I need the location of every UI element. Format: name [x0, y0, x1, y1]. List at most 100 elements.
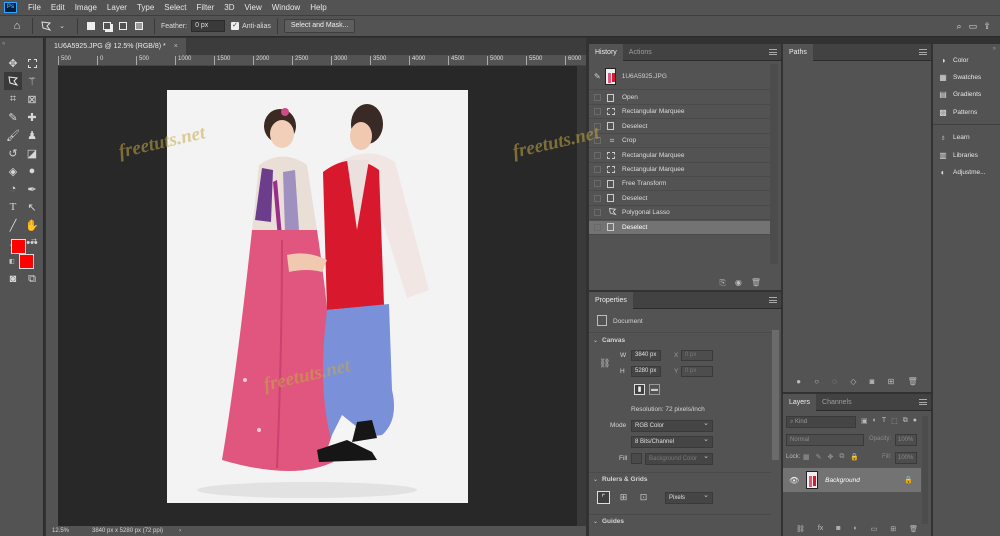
history-source-checkbox[interactable]: [594, 209, 601, 217]
lock-artboard-icon[interactable]: ⧉: [839, 453, 844, 461]
blur-tool-icon[interactable]: ●: [23, 162, 41, 180]
menu-edit[interactable]: Edit: [46, 0, 70, 15]
x-input[interactable]: 0 px: [681, 350, 713, 361]
tab-channels[interactable]: Channels: [816, 394, 858, 411]
healing-brush-icon[interactable]: ✚: [23, 108, 41, 126]
lasso-tool-preset-icon[interactable]: [39, 19, 53, 33]
canvas-width-input[interactable]: 3840 px: [631, 350, 661, 361]
frame-tool-icon[interactable]: ⊠: [23, 90, 41, 108]
canvas-height-input[interactable]: 5280 px: [631, 366, 661, 377]
menu-layer[interactable]: Layer: [102, 0, 132, 15]
history-state-row[interactable]: Deselect: [589, 220, 770, 235]
share-icon[interactable]: ⇪: [980, 21, 994, 32]
chevron-down-icon[interactable]: ⌄: [593, 337, 598, 344]
zoom-level[interactable]: 12.5%: [52, 528, 82, 534]
panel-color[interactable]: ◑ Color: [938, 53, 969, 67]
eraser-icon[interactable]: ◪: [23, 144, 41, 162]
chevron-down-icon[interactable]: ⌄: [593, 476, 598, 483]
lock-pixels-icon[interactable]: ✎: [816, 453, 822, 461]
background-color-swatch[interactable]: [19, 254, 34, 269]
default-colors-icon[interactable]: ◧: [9, 258, 15, 265]
rulers-grids-section-title[interactable]: Rulers & Grids: [602, 476, 648, 483]
history-scrollbar[interactable]: [770, 64, 778, 264]
panel-patterns[interactable]: ▩ Patterns: [938, 105, 977, 119]
lasso-tool-icon[interactable]: [4, 72, 22, 90]
add-mask-icon[interactable]: ◙: [870, 377, 875, 386]
photoshop-logo-icon[interactable]: Ps: [4, 2, 17, 13]
collapse-dock-icon[interactable]: »: [993, 46, 996, 52]
marquee-tool-icon[interactable]: [23, 54, 41, 72]
ruler-toggle-icon[interactable]: ⌜: [597, 491, 610, 504]
hand-tool-icon[interactable]: ✋: [23, 216, 41, 234]
panel-gradients[interactable]: ▤ Gradients: [938, 87, 981, 101]
tab-properties[interactable]: Properties: [589, 291, 633, 309]
portrait-orientation-icon[interactable]: ▮: [634, 384, 645, 395]
fill-color-swatch[interactable]: [631, 453, 642, 464]
swap-colors-icon[interactable]: ⇄: [31, 237, 37, 245]
opacity-input[interactable]: 100%: [895, 434, 917, 446]
ruler-units-select[interactable]: Pixels: [665, 491, 713, 504]
y-input[interactable]: 0 px: [681, 366, 713, 377]
clone-stamp-icon[interactable]: ♟: [23, 126, 41, 144]
history-source-checkbox[interactable]: [594, 180, 601, 188]
menu-image[interactable]: Image: [70, 0, 102, 15]
menu-type[interactable]: Type: [132, 0, 159, 15]
new-path-icon[interactable]: ⊞: [888, 377, 895, 386]
workspace-icon[interactable]: ▭: [966, 21, 980, 32]
layer-name[interactable]: Background: [825, 477, 860, 484]
link-layers-icon[interactable]: ⛓: [796, 525, 805, 533]
landscape-orientation-icon[interactable]: ▬: [649, 384, 660, 395]
history-source-checkbox[interactable]: [594, 223, 601, 231]
history-source-checkbox[interactable]: [594, 108, 601, 116]
delete-layer-icon[interactable]: 🗑: [909, 525, 918, 533]
lock-all-icon[interactable]: 🔒: [850, 453, 859, 461]
filter-pixel-icon[interactable]: ▣: [861, 417, 868, 425]
blend-mode-select[interactable]: Normal: [786, 434, 864, 446]
panel-menu-icon[interactable]: [769, 49, 777, 55]
collapse-icon[interactable]: «: [2, 41, 5, 47]
history-state-row[interactable]: ⌗ Crop: [589, 134, 770, 149]
panel-swatches[interactable]: ▦ Swatches: [938, 70, 981, 84]
document-tab[interactable]: 1U6A5925.JPG @ 12.5% (RGB/8) * ×: [46, 38, 186, 55]
menu-window[interactable]: Window: [267, 0, 305, 15]
add-selection-icon[interactable]: [100, 19, 114, 33]
link-icon[interactable]: ⛓: [599, 358, 610, 369]
load-selection-icon[interactable]: ◌: [832, 377, 837, 386]
guides-section-title[interactable]: Guides: [602, 518, 624, 525]
guides-toggle-icon[interactable]: ⊡: [637, 491, 650, 504]
type-tool-icon[interactable]: T: [4, 198, 22, 216]
path-selection-icon[interactable]: ↖: [23, 198, 41, 216]
antialias-checkbox[interactable]: ✓: [231, 22, 240, 30]
menu-file[interactable]: File: [23, 0, 46, 15]
tab-history[interactable]: History: [589, 43, 623, 61]
fill-select[interactable]: Background Color: [645, 452, 713, 465]
menu-help[interactable]: Help: [305, 0, 331, 15]
panel-menu-icon[interactable]: [769, 297, 777, 303]
new-selection-icon[interactable]: [84, 19, 98, 33]
lock-position-icon[interactable]: ✥: [828, 453, 834, 461]
new-group-icon[interactable]: ▭: [871, 525, 878, 533]
history-state-row[interactable]: Deselect: [589, 192, 770, 206]
crop-tool-icon[interactable]: ⌗: [4, 90, 22, 108]
adjustment-layer-icon[interactable]: ◐: [853, 525, 857, 533]
history-source-checkbox[interactable]: [594, 166, 601, 173]
layer-filter-kind-select[interactable]: ⌕ Kind: [786, 416, 856, 428]
layer-style-icon[interactable]: fx: [818, 525, 823, 533]
new-layer-icon[interactable]: ⊞: [890, 525, 896, 533]
chevron-down-icon[interactable]: ⌄: [593, 518, 598, 525]
eyedropper-icon[interactable]: ✎: [4, 108, 22, 126]
delete-state-icon[interactable]: 🗑: [751, 278, 761, 288]
subtract-selection-icon[interactable]: [116, 19, 130, 33]
history-state-row[interactable]: Free Transform: [589, 177, 770, 192]
magic-wand-icon[interactable]: ⚚: [23, 72, 41, 90]
panel-menu-icon[interactable]: [919, 49, 927, 55]
history-source-checkbox[interactable]: [594, 151, 601, 159]
menu-view[interactable]: View: [240, 0, 267, 15]
history-brush-source-icon[interactable]: ✎: [594, 72, 601, 81]
select-and-mask-button[interactable]: Select and Mask...: [283, 19, 356, 33]
line-tool-icon[interactable]: ╱: [4, 216, 22, 234]
search-icon[interactable]: ⌕: [952, 21, 966, 32]
bit-depth-select[interactable]: 8 Bits/Channel: [631, 435, 713, 448]
history-state-row[interactable]: Rectangular Marquee: [589, 149, 770, 163]
visibility-eye-icon[interactable]: 👁: [789, 476, 799, 485]
